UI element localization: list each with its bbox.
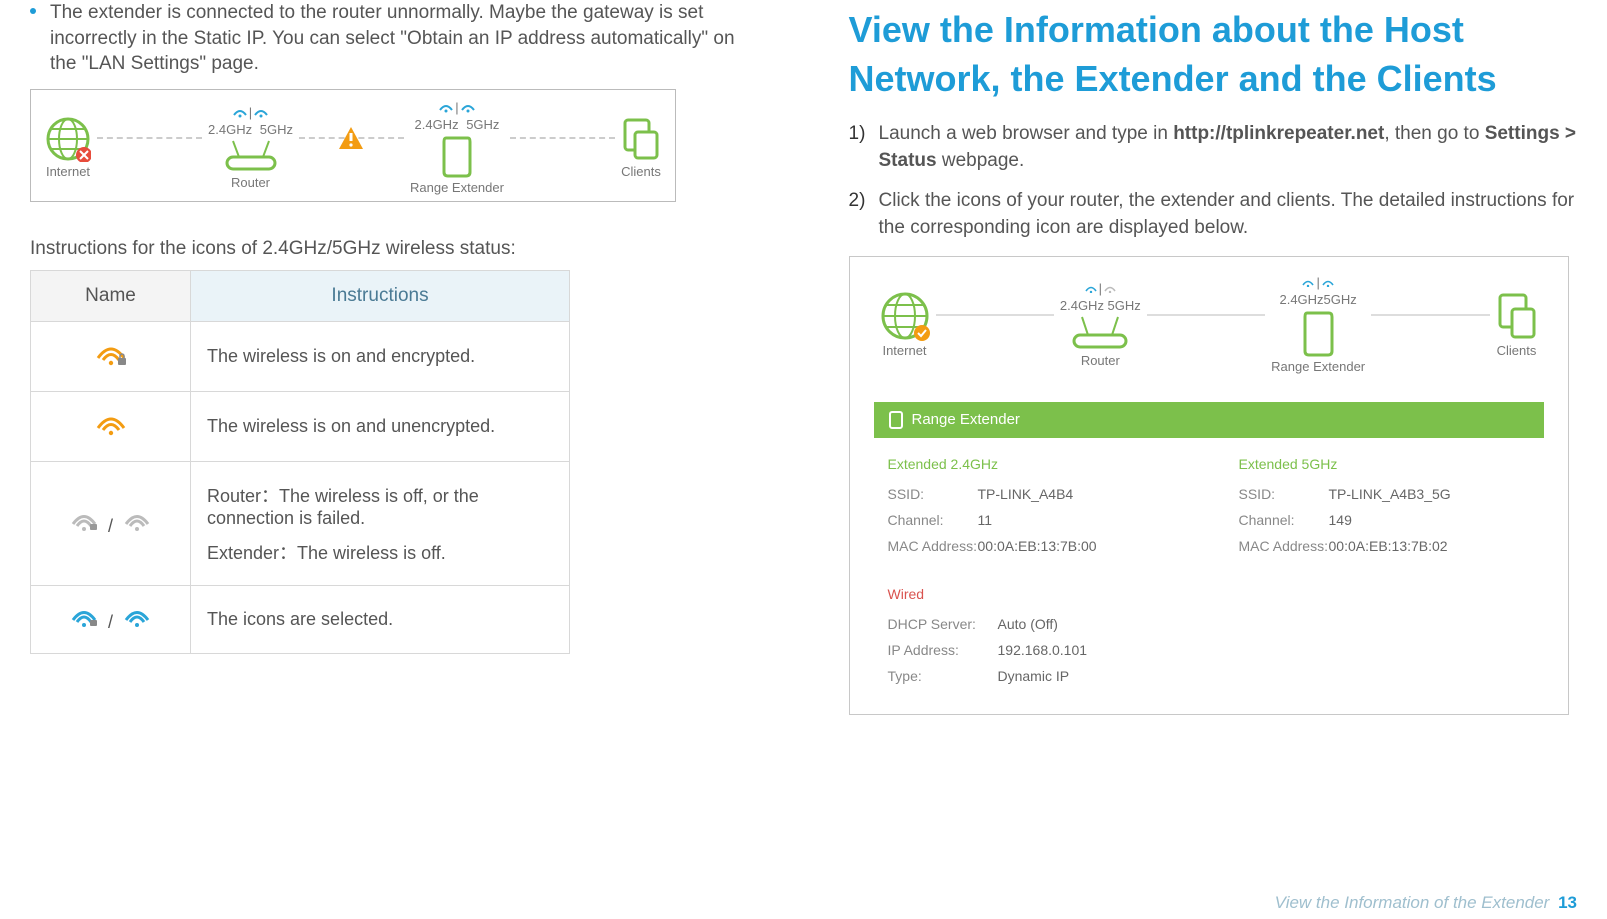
- right-column: View the Information about the Host Netw…: [804, 0, 1607, 919]
- globe-ok-icon: [880, 291, 930, 341]
- wifi-lock-icon: [233, 106, 247, 118]
- mac-5-value: 00:0A:EB:13:7B:02: [1329, 538, 1448, 554]
- table-row: The wireless is on and encrypted.: [31, 321, 570, 391]
- step-1: 1) Launch a web browser and type in http…: [849, 121, 1578, 174]
- ssid-24-value: TP-LINK_A4B4: [978, 486, 1074, 502]
- wifi-encrypted-icon: [96, 342, 126, 366]
- panel-topo-extender[interactable]: | 2.4GHz5GHz Range Extender: [1271, 275, 1365, 374]
- panel-connector: [936, 314, 1054, 316]
- instr-unencrypted: The wireless is on and unencrypted.: [191, 391, 570, 461]
- section-heading: View the Information about the Host Netw…: [849, 6, 1578, 103]
- ssid-5-value: TP-LINK_A4B3_5G: [1329, 486, 1451, 502]
- router-icon: [1068, 315, 1132, 351]
- panel-topology: Internet | 2.4GHz 5GHz Router: [874, 275, 1544, 374]
- extender-details: Extended 2.4GHz SSID:TP-LINK_A4B4 Channe…: [874, 456, 1544, 564]
- topo-extender: | 2.4GHz 5GHz Range Extender: [410, 100, 504, 195]
- table-row: / The icons are selected.: [31, 585, 570, 653]
- topo-clients: Clients: [621, 116, 661, 179]
- panel-topo-internet[interactable]: Internet: [880, 291, 930, 358]
- page-number: 13: [1558, 893, 1577, 912]
- wifi-selected-lock-icon: [71, 606, 97, 628]
- extender-icon: [440, 134, 474, 178]
- channel-5-value: 149: [1329, 512, 1352, 528]
- th-instructions: Instructions: [191, 270, 570, 321]
- status-panel: Internet | 2.4GHz 5GHz Router: [849, 256, 1569, 715]
- wifi-unencrypted-icon: [96, 412, 126, 436]
- wireless-icons-table: Name Instructions The wireless is on and…: [30, 270, 570, 654]
- step-2: 2) Click the icons of your router, the e…: [849, 188, 1578, 241]
- bullet-dot-icon: [30, 8, 36, 14]
- topo-connector-warn: [299, 137, 404, 139]
- topology-diagram-unnormal: Internet | 2.4GHz 5GHz Router: [30, 89, 676, 202]
- extender-small-icon: [888, 410, 904, 430]
- panel-connector: [1147, 314, 1265, 316]
- clients-icon: [621, 116, 661, 162]
- wifi-lock-icon: [1085, 283, 1097, 293]
- range-extender-header: Range Extender: [874, 402, 1544, 438]
- topo-connector: [97, 137, 202, 139]
- globe-icon: [45, 116, 91, 162]
- topo-internet: Internet: [45, 116, 91, 179]
- wifi-off-lock-icon: [71, 510, 97, 532]
- router-icon: [221, 139, 281, 173]
- dhcp-value: Auto (Off): [998, 616, 1058, 632]
- bullet-item: The extender is connected to the router …: [30, 0, 759, 77]
- channel-24-value: 11: [978, 512, 993, 528]
- wifi-icon: [1322, 277, 1334, 287]
- wifi-icon: [1104, 283, 1116, 293]
- wifi-lock-icon: [1302, 277, 1314, 287]
- extender-icon: [1300, 309, 1336, 357]
- clients-icon: [1496, 291, 1538, 341]
- ip-value: 192.168.0.101: [998, 642, 1088, 658]
- band-5ghz: Extended 5GHz SSID:TP-LINK_A4B3_5G Chann…: [1239, 456, 1530, 564]
- wifi-selected-icon: [124, 606, 150, 628]
- instr-selected: The icons are selected.: [191, 585, 570, 653]
- table-intro: Instructions for the icons of 2.4GHz/5GH…: [30, 238, 759, 260]
- wifi-icon: [461, 101, 475, 113]
- th-name: Name: [31, 270, 191, 321]
- instr-off: Router：The wireless is off, or the conne…: [191, 461, 570, 585]
- wired-title: Wired: [888, 586, 1544, 602]
- wifi-icon: [254, 106, 268, 118]
- page-footer: View the Information of the Extender 13: [1275, 893, 1577, 913]
- instr-encrypted: The wireless is on and encrypted.: [191, 321, 570, 391]
- mac-24-value: 00:0A:EB:13:7B:00: [978, 538, 1097, 554]
- wifi-lock-icon: [439, 101, 453, 113]
- steps-list: 1) Launch a web browser and type in http…: [849, 121, 1578, 241]
- bullet-text: The extender is connected to the router …: [50, 0, 759, 77]
- topo-connector: [510, 137, 615, 139]
- band-24ghz: Extended 2.4GHz SSID:TP-LINK_A4B4 Channe…: [888, 456, 1179, 564]
- panel-connector: [1371, 314, 1489, 316]
- warning-icon: [337, 125, 365, 151]
- left-column: The extender is connected to the router …: [0, 0, 804, 919]
- wired-details: DHCP Server:Auto (Off) IP Address:192.16…: [874, 616, 1544, 684]
- table-row: The wireless is on and unencrypted.: [31, 391, 570, 461]
- type-value: Dynamic IP: [998, 668, 1070, 684]
- topo-router: | 2.4GHz 5GHz Router: [208, 105, 293, 190]
- panel-topo-router[interactable]: | 2.4GHz 5GHz Router: [1060, 281, 1141, 368]
- table-row: / Router：The wireless is off, or the con…: [31, 461, 570, 585]
- wifi-off-icon: [124, 510, 150, 532]
- panel-topo-clients[interactable]: Clients: [1496, 291, 1538, 358]
